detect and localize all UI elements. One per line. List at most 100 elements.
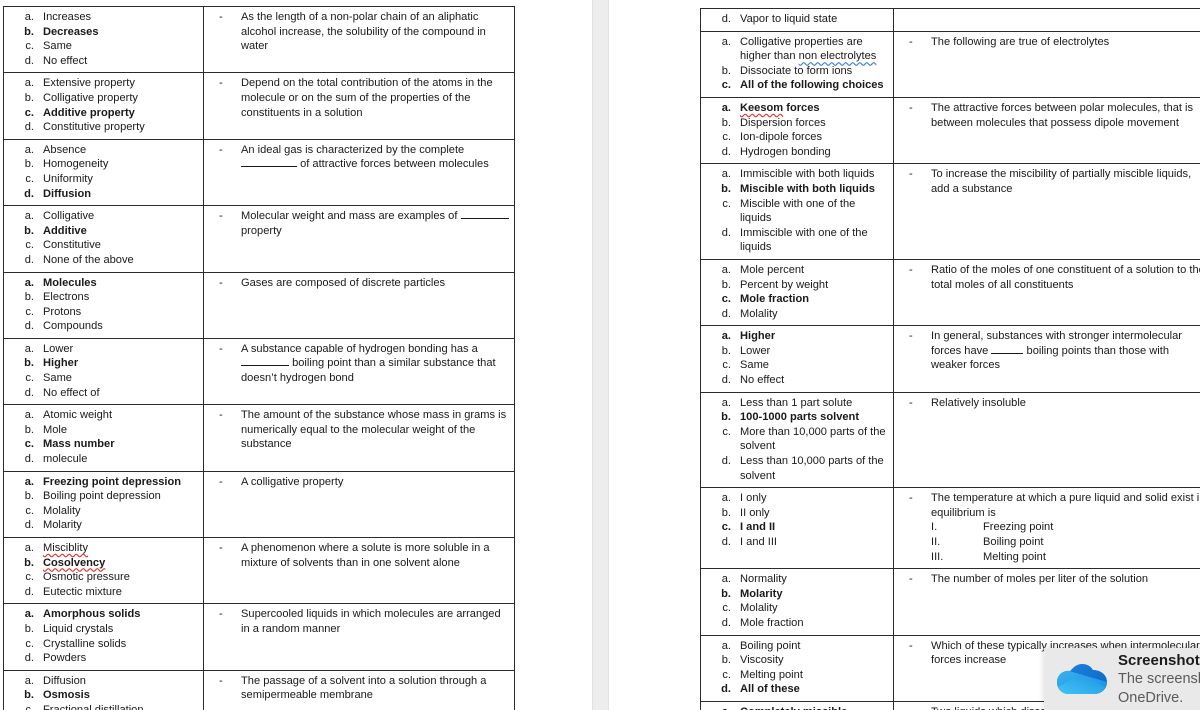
choice-letter: d. bbox=[24, 519, 34, 532]
choice-letter: a. bbox=[721, 101, 731, 114]
choice-item: a.Completely miscible bbox=[705, 705, 889, 710]
choice-letter: a. bbox=[721, 492, 731, 505]
choices-cell: a. Immiscible with both liquids b. Miscible… bbox=[700, 163, 894, 260]
stem-text: The attractive forces between polar mole… bbox=[931, 101, 1194, 129]
choice-letter: d. bbox=[721, 536, 731, 548]
choice-item: b. Percent by weight bbox=[705, 278, 889, 293]
choice-text: Hydrogen bonding bbox=[740, 145, 831, 158]
table-row: d. Vapor to liquid state bbox=[700, 8, 1200, 32]
fill-in-blank bbox=[241, 365, 289, 367]
choice-item: a. Misciblity bbox=[8, 541, 199, 556]
table-row: a. Mole percent b. Percent by weight c. Mole … bbox=[700, 258, 1200, 327]
choice-list: a. Keesom forces b. Dispersion forces c. Ion-… bbox=[705, 101, 889, 159]
choice-list: a. Diffusion b. Osmosis c. Fractional distill… bbox=[8, 674, 199, 710]
choice-text: 100-1000 parts solvent bbox=[740, 411, 860, 424]
choice-item: b. Osmosis bbox=[8, 688, 199, 703]
onedrive-toast-notification[interactable]: Screenshot saved The screenshot was adde… bbox=[1044, 648, 1200, 710]
choice-item: a. Boiling point bbox=[705, 639, 889, 654]
choice-letter: b. bbox=[721, 506, 731, 519]
stem-cell: - In general, substances with stronger in… bbox=[893, 325, 1200, 393]
choice-letter: c. bbox=[722, 602, 731, 615]
choice-item: a. Colligative bbox=[8, 209, 199, 224]
choice-item: b. Boiling point depression bbox=[8, 489, 199, 504]
stem-dash-marker: - bbox=[909, 101, 913, 114]
choice-text: Melting point bbox=[740, 668, 803, 681]
choice-item: d. Mole fraction bbox=[705, 616, 889, 631]
choice-text: Increases bbox=[43, 11, 92, 23]
choice-text: Diffusion bbox=[43, 187, 92, 200]
choice-item: d. Powders bbox=[8, 651, 199, 666]
stem-text: The passage of a solvent into a solution… bbox=[241, 674, 487, 702]
choice-item: d. None of the above bbox=[8, 253, 199, 268]
choice-text: Same bbox=[43, 372, 72, 385]
choice-letter: a. bbox=[24, 674, 34, 687]
choice-list: a. I only b. II only c. I and II d. I and III bbox=[705, 491, 889, 549]
choice-text: No effect bbox=[43, 54, 88, 67]
choice-letter: a. bbox=[721, 396, 731, 409]
stem-cell: - Gases are composed of discrete particle… bbox=[203, 271, 515, 339]
choice-item: a. Atomic weight bbox=[8, 408, 199, 423]
stem-cell: - Ratio of the moles of one constituent o… bbox=[893, 258, 1200, 327]
choice-text: Osmosis bbox=[43, 689, 90, 702]
choice-text: Eutectic mixture bbox=[43, 585, 122, 598]
choice-item: d. Diffusion bbox=[8, 187, 199, 202]
choice-item: d. Eutectic mixture bbox=[8, 585, 199, 600]
choice-item: c. Mass number bbox=[8, 437, 199, 452]
choice-letter: a. bbox=[721, 639, 731, 652]
choice-text: I and III bbox=[740, 536, 778, 548]
stem-text: The temperature at which a pure liquid a… bbox=[921, 491, 1200, 564]
stem-dash-marker: - bbox=[219, 475, 223, 488]
choice-item: d. molecule bbox=[8, 452, 199, 467]
stem-cell: - The number of moles per liter of the so… bbox=[893, 568, 1200, 636]
choice-item: d. Molarity bbox=[8, 518, 199, 533]
question-table-right: d. Vapor to liquid state a. Colligative pro… bbox=[700, 8, 1200, 710]
choice-letter: d. bbox=[721, 616, 731, 629]
choice-letter: c. bbox=[25, 40, 34, 53]
choice-item: d. No effect bbox=[705, 373, 889, 388]
choice-letter: b. bbox=[24, 25, 34, 38]
choice-text: Atomic weight bbox=[43, 409, 113, 422]
choice-text: All of these bbox=[740, 683, 800, 696]
onedrive-cloud-icon bbox=[1044, 660, 1118, 698]
choice-text: Dissociate to form ions bbox=[740, 64, 853, 77]
table-row: a. Colligative properties are higher than… bbox=[700, 30, 1200, 98]
choice-letter: b. bbox=[24, 622, 34, 635]
choice-list: a. Absence b. Homogeneity c. Uniformity d. Diff… bbox=[8, 143, 199, 201]
choice-list: a. Extensive property b. Colligative proper… bbox=[8, 76, 199, 134]
choice-item: a. Keesom forces bbox=[705, 101, 889, 116]
choice-text: Fractional distillation bbox=[43, 703, 144, 710]
choice-item: c. Miscible with one of the liquids bbox=[705, 197, 889, 226]
choice-text: Extensive property bbox=[43, 77, 135, 90]
table-row: a. Extensive property b. Colligative proper… bbox=[3, 72, 515, 140]
choice-item: c. Same bbox=[8, 39, 199, 54]
stem-dash-marker: - bbox=[219, 210, 223, 223]
fill-in-blank bbox=[241, 166, 297, 168]
choice-item: b. Dissociate to form ions bbox=[705, 64, 889, 79]
stem-text: The number of moles per liter of the sol… bbox=[931, 573, 1149, 586]
stem-text: A colligative property bbox=[241, 475, 344, 488]
table-row: a. Atomic weight b. Mole c. Mass number d. mole… bbox=[3, 404, 515, 472]
stem-dash-marker: - bbox=[909, 492, 913, 505]
stem-text: Depend on the total contribution of the … bbox=[241, 77, 493, 119]
choice-letter: d. bbox=[721, 13, 731, 25]
choice-letter: c. bbox=[721, 521, 731, 534]
choice-letter: a. bbox=[705, 705, 740, 710]
stem-cell: - Depend on the total contribution of the… bbox=[203, 72, 515, 140]
choices-cell: a. Colligative b. Additive c. Constitutive d. N… bbox=[3, 205, 204, 273]
choice-letter: c. bbox=[25, 172, 34, 185]
choice-list: a. Freezing point depression b. Boiling poi… bbox=[8, 475, 199, 533]
choice-text: Cosolvency bbox=[43, 556, 106, 569]
choice-letter: b. bbox=[24, 357, 34, 370]
choices-cell: a. Keesom forces b. Dispersion forces c. Ion-… bbox=[700, 96, 894, 165]
choice-item: b. II only bbox=[705, 506, 889, 521]
choice-letter: b. bbox=[24, 91, 34, 104]
stem-dash-marker: - bbox=[219, 608, 223, 621]
choice-item: c. Mole fraction bbox=[705, 292, 889, 307]
choice-item: c. Molality bbox=[705, 601, 889, 616]
stem-dash-marker: - bbox=[219, 276, 223, 289]
table-left-body: a. Increases b. Decreases c. Same d. No effect -… bbox=[3, 5, 515, 710]
choice-item: c. Same bbox=[705, 358, 889, 373]
choice-text: Colligative bbox=[43, 210, 95, 223]
choice-letter: c. bbox=[722, 359, 731, 372]
choice-item: a. Increases bbox=[8, 10, 199, 25]
